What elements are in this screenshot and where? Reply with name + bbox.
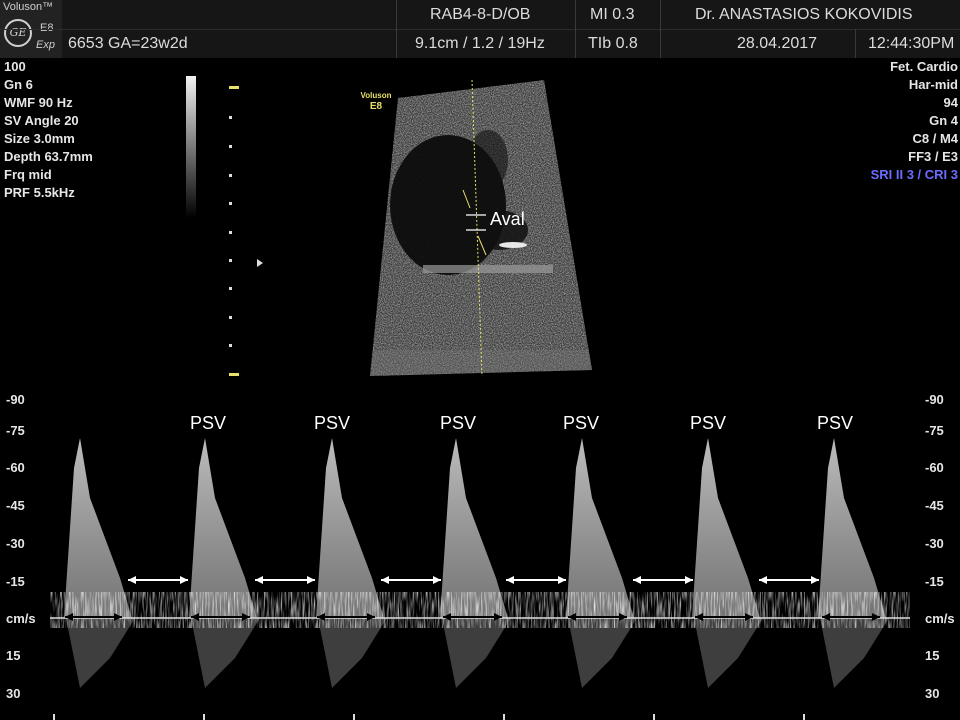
param-line: SV Angle 20 xyxy=(4,113,79,128)
spectrum-reverse-flow xyxy=(568,618,637,688)
spectrum-reverse-flow xyxy=(442,618,511,688)
time-label: 12:44:30PM xyxy=(868,35,955,52)
velocity-scale-label: -45 xyxy=(6,498,25,513)
velocity-scale-label: 30 xyxy=(6,686,21,701)
model-label: E8 xyxy=(40,22,54,34)
arrow-head xyxy=(759,576,767,584)
velocity-scale-label: -15 xyxy=(925,574,944,589)
depth-tick xyxy=(229,145,232,148)
psv-label: PSV xyxy=(190,413,227,433)
ge-logo-icon: GE xyxy=(4,19,32,47)
spectrum-reverse-flow xyxy=(318,618,387,688)
velocity-scale-label: -15 xyxy=(6,574,25,589)
velocity-scale-label: 30 xyxy=(925,686,940,701)
velocity-scale-label: -45 xyxy=(925,498,944,513)
arrow-head xyxy=(307,576,315,584)
param-line: Size 3.0mm xyxy=(4,131,75,146)
param-line: FF3 / E3 xyxy=(908,149,958,164)
psv-label: PSV xyxy=(690,413,727,433)
spectrum-peak xyxy=(566,438,634,618)
arrow-head xyxy=(433,576,441,584)
param-line: Depth 63.7mm xyxy=(4,149,93,164)
probe-tag: Voluson E8 xyxy=(356,90,396,112)
velocity-scale-label: 15 xyxy=(925,648,940,663)
spectrum-peak xyxy=(440,438,508,618)
psv-label: PSV xyxy=(817,413,854,433)
arrow-head xyxy=(685,576,693,584)
param-line: Gn 4 xyxy=(929,113,958,128)
param-line: Fet. Cardio xyxy=(890,59,958,74)
doppler-spectrum xyxy=(50,438,910,720)
psv-label: PSV xyxy=(563,413,600,433)
doctor-label: Dr. ANASTASIOS KOKOVIDIS xyxy=(695,6,913,23)
grayscale-bar xyxy=(186,76,196,218)
velocity-scale-label: -90 xyxy=(6,392,25,407)
depth-tick xyxy=(229,116,232,119)
spectrum-peak xyxy=(64,438,132,618)
arrow-head xyxy=(811,576,819,584)
arrow-head xyxy=(381,576,389,584)
psv-label: PSV xyxy=(314,413,351,433)
spectrum-peak xyxy=(818,438,886,618)
spectrum-reverse-flow xyxy=(820,618,889,688)
depth-freq-label: 9.1cm / 1.2 / 19Hz xyxy=(415,35,545,52)
header-bar: Voluson™ GE E8 Exp RAB4-8-D/OB MI 0.3 Dr… xyxy=(0,0,960,58)
depth-tick xyxy=(229,287,232,290)
arrow-head xyxy=(180,576,188,584)
arrow-head xyxy=(633,576,641,584)
sri-cri-label: SRI II 3 / CRI 3 xyxy=(870,167,958,182)
depth-tick xyxy=(229,259,232,262)
arrow-head xyxy=(558,576,566,584)
date-label: 28.04.2017 xyxy=(737,35,818,52)
velocity-scale-label: -75 xyxy=(925,423,944,438)
mi-label: MI 0.3 xyxy=(590,6,635,23)
velocity-scale-label: -75 xyxy=(6,423,25,438)
spectrum-peak xyxy=(692,438,760,618)
probe-tag-model: E8 xyxy=(369,101,383,112)
patient-label: 6653 GA=23w2d xyxy=(68,35,188,52)
spectrum-peak xyxy=(316,438,384,618)
arrow-head xyxy=(506,576,514,584)
probe-tag-brand: Voluson xyxy=(360,91,392,100)
time-ticks xyxy=(53,714,805,720)
spectrum-reverse-flow xyxy=(66,618,135,688)
probe-label: RAB4-8-D/OB xyxy=(430,6,531,23)
spectrum-reverse-flow xyxy=(191,618,260,688)
velocity-scale-label: -60 xyxy=(6,460,25,475)
arrow-head xyxy=(128,576,136,584)
param-line: C8 / M4 xyxy=(912,131,958,146)
arrow-head xyxy=(255,576,263,584)
depth-tick xyxy=(229,202,232,205)
bmode-sector-image xyxy=(370,80,592,376)
depth-tick xyxy=(229,316,232,319)
param-line: PRF 5.5kHz xyxy=(4,185,75,200)
param-line: Frq mid xyxy=(4,167,52,182)
velocity-scale-label: cm/s xyxy=(6,611,36,626)
velocity-scale-label: -90 xyxy=(925,392,944,407)
velocity-scale-label: -30 xyxy=(6,536,25,551)
depth-tick xyxy=(229,373,239,376)
mode-label: Exp xyxy=(36,39,55,51)
tib-label: TIb 0.8 xyxy=(588,35,638,52)
param-line: 100 xyxy=(4,59,26,74)
param-line: Har-mid xyxy=(908,77,958,92)
velocity-scale-label: cm/s xyxy=(925,611,955,626)
depth-tick xyxy=(229,231,232,234)
psv-label: PSV xyxy=(440,413,477,433)
depth-tick xyxy=(229,174,232,177)
param-line: WMF 90 Hz xyxy=(4,95,73,110)
param-line: 94 xyxy=(943,95,958,110)
aval-annotation: Aval xyxy=(490,209,525,229)
velocity-scale-label: -30 xyxy=(925,536,944,551)
velocity-scale-label: -60 xyxy=(925,460,944,475)
brand-label: Voluson™ xyxy=(3,1,54,13)
param-line: Gn 6 xyxy=(4,77,33,92)
spectrum-peak xyxy=(189,438,257,618)
depth-tick xyxy=(229,86,239,89)
spectrum-peaks xyxy=(64,438,889,688)
depth-tick xyxy=(229,344,232,347)
focus-arrow-icon xyxy=(257,259,263,267)
spectrum-reverse-flow xyxy=(694,618,763,688)
velocity-scale-label: 15 xyxy=(6,648,21,663)
